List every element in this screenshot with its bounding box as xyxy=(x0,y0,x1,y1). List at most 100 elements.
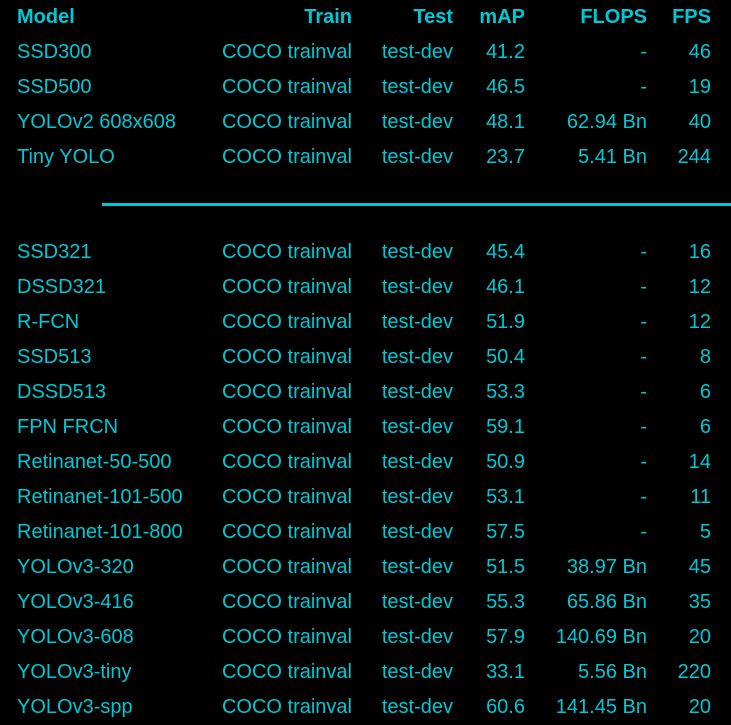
flops-cell: 140.69 Bn xyxy=(555,626,647,648)
model-cell: R-FCN xyxy=(17,311,80,333)
model-cell: Retinanet-101-800 xyxy=(17,521,183,543)
model-cell: DSSD513 xyxy=(17,381,106,403)
section-divider-wrap xyxy=(0,175,731,235)
map-cell: 41.2 xyxy=(486,41,525,63)
model-cell: Retinanet-50-500 xyxy=(17,451,172,473)
train-cell: COCO trainval xyxy=(221,41,352,63)
table-row: SSD321 COCO trainval test-dev 45.4 - 16 xyxy=(0,235,731,270)
table-group-1: SSD300 COCO trainval test-dev 41.2 - 46 … xyxy=(0,35,731,175)
map-cell: 55.3 xyxy=(486,591,525,613)
test-cell: test-dev xyxy=(381,486,453,508)
train-cell: COCO trainval xyxy=(221,556,352,578)
fps-cell: 244 xyxy=(677,146,711,168)
header-test: Test xyxy=(413,6,453,28)
fps-cell: 20 xyxy=(688,626,711,648)
test-cell: test-dev xyxy=(381,41,453,63)
table-row: YOLOv3-320 COCO trainval test-dev 51.5 3… xyxy=(0,550,731,585)
map-cell: 57.5 xyxy=(486,521,525,543)
test-cell: test-dev xyxy=(381,451,453,473)
table-row: SSD500 COCO trainval test-dev 46.5 - 19 xyxy=(0,70,731,105)
train-cell: COCO trainval xyxy=(221,521,352,543)
train-cell: COCO trainval xyxy=(221,626,352,648)
section-divider xyxy=(102,203,731,206)
train-cell: COCO trainval xyxy=(221,276,352,298)
table-row: Retinanet-50-500 COCO trainval test-dev … xyxy=(0,445,731,480)
table-row: YOLOv3-spp COCO trainval test-dev 60.6 1… xyxy=(0,690,731,725)
model-cell: YOLOv3-spp xyxy=(17,696,133,718)
table-row: R-FCN COCO trainval test-dev 51.9 - 12 xyxy=(0,305,731,340)
map-cell: 46.5 xyxy=(486,76,525,98)
flops-cell: 141.45 Bn xyxy=(555,696,647,718)
fps-cell: 12 xyxy=(688,276,711,298)
map-cell: 45.4 xyxy=(486,241,525,263)
map-cell: 53.3 xyxy=(486,381,525,403)
flops-cell: - xyxy=(640,451,647,473)
train-cell: COCO trainval xyxy=(221,696,352,718)
flops-cell: 62.94 Bn xyxy=(566,111,647,133)
fps-cell: 46 xyxy=(688,41,711,63)
flops-cell: 65.86 Bn xyxy=(566,591,647,613)
model-cell: Retinanet-101-500 xyxy=(17,486,183,508)
test-cell: test-dev xyxy=(381,76,453,98)
model-cell: YOLOv3-320 xyxy=(17,556,134,578)
header-fps: FPS xyxy=(672,6,711,28)
map-cell: 23.7 xyxy=(486,146,525,168)
flops-cell: - xyxy=(640,486,647,508)
fps-cell: 12 xyxy=(688,311,711,333)
test-cell: test-dev xyxy=(381,111,453,133)
test-cell: test-dev xyxy=(381,661,453,683)
fps-cell: 220 xyxy=(677,661,711,683)
train-cell: COCO trainval xyxy=(221,661,352,683)
table-header-row: Model Train Test mAP FLOPS FPS xyxy=(0,0,731,35)
header-map: mAP xyxy=(479,6,525,28)
fps-cell: 19 xyxy=(688,76,711,98)
test-cell: test-dev xyxy=(381,311,453,333)
map-cell: 48.1 xyxy=(486,111,525,133)
flops-cell: - xyxy=(640,276,647,298)
fps-cell: 6 xyxy=(699,381,711,403)
table-row: DSSD321 COCO trainval test-dev 46.1 - 12 xyxy=(0,270,731,305)
flops-cell: - xyxy=(640,521,647,543)
map-cell: 51.9 xyxy=(486,311,525,333)
table-row: DSSD513 COCO trainval test-dev 53.3 - 6 xyxy=(0,375,731,410)
header-flops: FLOPS xyxy=(580,6,647,28)
train-cell: COCO trainval xyxy=(221,381,352,403)
map-cell: 59.1 xyxy=(486,416,525,438)
test-cell: test-dev xyxy=(381,696,453,718)
map-cell: 51.5 xyxy=(486,556,525,578)
test-cell: test-dev xyxy=(381,146,453,168)
model-cell: FPN FRCN xyxy=(17,416,119,438)
train-cell: COCO trainval xyxy=(221,486,352,508)
flops-cell: - xyxy=(640,381,647,403)
train-cell: COCO trainval xyxy=(221,241,352,263)
table-row: Retinanet-101-500 COCO trainval test-dev… xyxy=(0,480,731,515)
map-cell: 53.1 xyxy=(486,486,525,508)
flops-cell: - xyxy=(640,76,647,98)
model-cell: YOLOv3-608 xyxy=(17,626,134,648)
test-cell: test-dev xyxy=(381,276,453,298)
comparison-table: Model Train Test mAP FLOPS FPS SSD300 CO… xyxy=(0,0,731,725)
model-cell: YOLOv2 608x608 xyxy=(17,111,176,133)
fps-cell: 14 xyxy=(688,451,711,473)
test-cell: test-dev xyxy=(381,591,453,613)
flops-cell: 5.56 Bn xyxy=(578,661,647,683)
train-cell: COCO trainval xyxy=(221,346,352,368)
fps-cell: 35 xyxy=(688,591,711,613)
flops-cell: 5.41 Bn xyxy=(578,146,647,168)
fps-cell: 11 xyxy=(690,486,711,508)
flops-cell: - xyxy=(640,41,647,63)
table-row: SSD300 COCO trainval test-dev 41.2 - 46 xyxy=(0,35,731,70)
flops-cell: - xyxy=(640,241,647,263)
table-row: YOLOv3-608 COCO trainval test-dev 57.9 1… xyxy=(0,620,731,655)
train-cell: COCO trainval xyxy=(221,451,352,473)
model-cell: SSD321 xyxy=(17,241,92,263)
fps-cell: 6 xyxy=(699,416,711,438)
table-group-2: SSD321 COCO trainval test-dev 45.4 - 16 … xyxy=(0,235,731,725)
test-cell: test-dev xyxy=(381,626,453,648)
test-cell: test-dev xyxy=(381,416,453,438)
model-cell: DSSD321 xyxy=(17,276,106,298)
table-row: YOLOv3-416 COCO trainval test-dev 55.3 6… xyxy=(0,585,731,620)
table-row: FPN FRCN COCO trainval test-dev 59.1 - 6 xyxy=(0,410,731,445)
map-cell: 57.9 xyxy=(486,626,525,648)
test-cell: test-dev xyxy=(381,521,453,543)
